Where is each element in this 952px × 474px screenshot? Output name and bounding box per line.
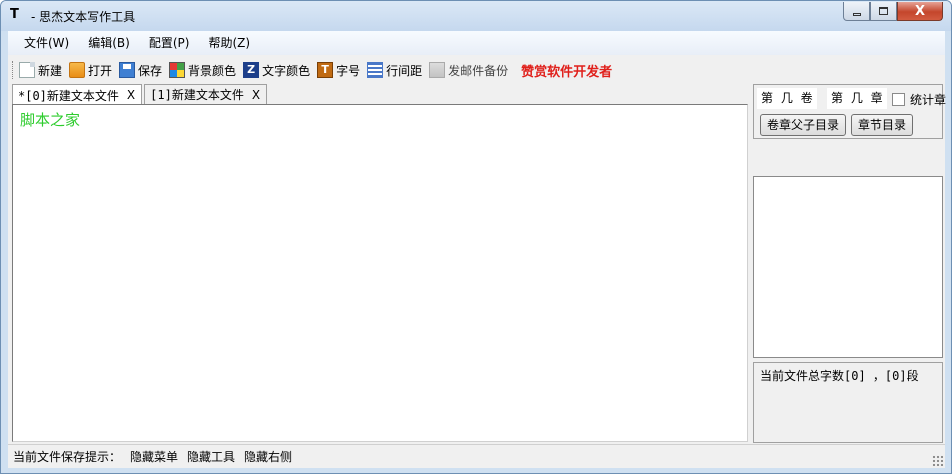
word-count-box: 当前文件总字数[0] ，[0]段	[753, 362, 943, 443]
editor-content: 脚本之家	[20, 111, 81, 129]
line-spacing-icon	[367, 62, 384, 78]
word-count-text: 当前文件总字数[0] ，[0]段	[760, 369, 919, 383]
new-file-icon	[19, 62, 35, 78]
tab-label: *[0]新建文本文件	[18, 88, 119, 103]
volume-field[interactable]: 第 几 卷	[757, 88, 817, 109]
floppy-icon	[119, 62, 136, 78]
stat-chapter-label: 统计章	[910, 93, 947, 107]
status-bar: 当前文件保存提示： 隐藏菜单 隐藏工具 隐藏右侧	[8, 444, 945, 468]
right-panel: 第 几 卷 第 几 章 统计章 卷章父子目录 章节目录 当前文件总字数[0] ，…	[753, 84, 946, 444]
resize-grip-icon[interactable]	[932, 455, 943, 466]
chapter-list-button[interactable]: 章节目录	[851, 114, 914, 136]
menu-file[interactable]: 文件(W)	[15, 31, 79, 55]
close-icon: X	[914, 3, 926, 19]
mail-backup-label: 发邮件备份	[448, 63, 509, 78]
hide-menu-link[interactable]: 隐藏菜单	[130, 448, 178, 465]
stat-chapter-checkbox[interactable]: 统计章	[892, 91, 946, 108]
line-spacing-button[interactable]: 行间距	[367, 62, 422, 79]
font-size-label: 字号	[336, 63, 361, 78]
open-button[interactable]: 打开	[69, 62, 112, 79]
minimize-button[interactable]	[843, 2, 870, 21]
chapter-tree[interactable]	[753, 176, 943, 358]
maximize-icon	[879, 7, 888, 15]
tab-label: [1]新建文本文件	[150, 88, 244, 102]
menu-help[interactable]: 帮助(Z)	[199, 31, 260, 55]
menu-config[interactable]: 配置(P)	[140, 31, 200, 55]
minimize-icon	[852, 12, 861, 16]
tab-file-1[interactable]: [1]新建文本文件 X	[144, 84, 268, 104]
volume-tree-button[interactable]: 卷章父子目录	[760, 114, 847, 136]
close-button[interactable]: X	[897, 2, 943, 21]
folder-icon	[69, 62, 86, 78]
hide-tools-link[interactable]: 隐藏工具	[187, 448, 235, 465]
new-button[interactable]: 新建	[19, 62, 62, 79]
sponsor-link[interactable]: 赞赏软件开发者	[521, 61, 612, 80]
toolbar: 新建 打开 保存 背景颜色 Z 文字颜色 T 字号 行间距 发邮件备份 赞赏软件…	[8, 57, 945, 83]
window-title: - 思杰文本写作工具	[31, 10, 136, 24]
chapter-field[interactable]: 第 几 章	[827, 88, 887, 109]
font-color-label: 文字颜色	[262, 63, 311, 78]
open-label: 打开	[88, 63, 113, 78]
menu-bar: 文件(W) 编辑(B) 配置(P) 帮助(Z)	[8, 31, 945, 55]
tab-close-icon[interactable]: X	[127, 88, 135, 102]
font-size-icon: T	[317, 62, 334, 78]
new-label: 新建	[38, 63, 63, 78]
app-icon: T	[10, 7, 19, 22]
tab-file-0[interactable]: *[0]新建文本文件 X	[12, 84, 143, 105]
palette-icon	[169, 62, 186, 78]
tab-close-icon[interactable]: X	[252, 88, 260, 102]
toolbar-grip[interactable]	[12, 61, 15, 79]
mail-icon	[429, 62, 446, 78]
maximize-button[interactable]	[870, 2, 897, 21]
client-area: 文件(W) 编辑(B) 配置(P) 帮助(Z) 新建 打开 保存 背景颜色 Z …	[8, 31, 946, 468]
tab-strip: *[0]新建文本文件 X [1]新建文本文件 X	[12, 84, 269, 105]
save-hint: 当前文件保存提示：	[13, 450, 122, 464]
mail-backup-button[interactable]: 发邮件备份	[429, 62, 508, 79]
line-spacing-label: 行间距	[386, 63, 423, 78]
editor-panel: *[0]新建文本文件 X [1]新建文本文件 X 脚本之家	[10, 84, 748, 443]
bg-color-label: 背景颜色	[188, 63, 237, 78]
font-size-button[interactable]: T 字号	[317, 62, 360, 79]
save-label: 保存	[138, 63, 163, 78]
font-color-icon: Z	[243, 62, 260, 78]
checkbox-icon	[892, 93, 905, 106]
app-window: T - 思杰文本写作工具 X 文件(W) 编辑(B) 配置(P) 帮助(Z) 新…	[0, 0, 952, 474]
font-color-button[interactable]: Z 文字颜色	[243, 62, 310, 79]
text-editor[interactable]: 脚本之家	[12, 104, 748, 442]
menu-edit[interactable]: 编辑(B)	[79, 31, 140, 55]
save-button[interactable]: 保存	[119, 62, 162, 79]
title-bar[interactable]: T - 思杰文本写作工具 X	[1, 1, 951, 31]
hide-right-link[interactable]: 隐藏右侧	[244, 448, 292, 465]
chapter-controls: 第 几 卷 第 几 章 统计章 卷章父子目录 章节目录	[753, 84, 946, 139]
bg-color-button[interactable]: 背景颜色	[169, 62, 236, 79]
